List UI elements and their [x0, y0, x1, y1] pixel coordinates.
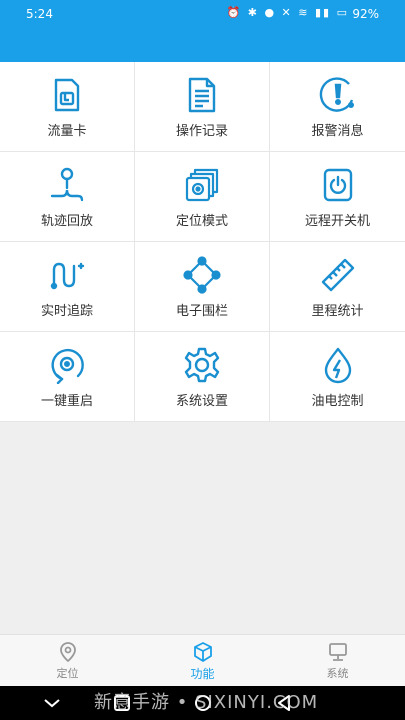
grid-item-label: 定位模式 [175, 214, 228, 229]
sim-card-icon [54, 78, 80, 112]
status-icons: ⏰ ✱ ● ✕ ≋ ▮▮ ▭ [227, 6, 349, 19]
grid-item-label: 电子围栏 [175, 304, 228, 319]
tab-functions[interactable]: 功能 [135, 635, 270, 687]
grid-item-restart[interactable]: 一键重启 [0, 332, 135, 422]
geofence-icon [183, 256, 221, 294]
grid-item-remote-power[interactable]: 远程开关机 [270, 152, 405, 242]
grid-item-label: 流量卡 [47, 124, 87, 139]
grid-item-geofence[interactable]: 电子围栏 [135, 242, 270, 332]
grid-item-mileage-stats[interactable]: 里程统计 [270, 242, 405, 332]
grid-item-label: 系统设置 [175, 394, 228, 409]
app-header [0, 28, 405, 62]
document-list-icon [188, 77, 216, 113]
function-grid: 流量卡 操作记录 报警消息 轨迹回放 定位模式 远程开关机 实时追踪 电子围栏 … [0, 62, 405, 422]
tab-label: 系统 [326, 667, 349, 680]
grid-item-alarm-message[interactable]: 报警消息 [270, 62, 405, 152]
grid-item-label: 报警消息 [311, 124, 364, 139]
grid-item-location-mode[interactable]: 定位模式 [135, 152, 270, 242]
grid-item-label: 远程开关机 [304, 214, 370, 229]
grid-item-label: 操作记录 [175, 124, 228, 139]
tab-location[interactable]: 定位 [0, 635, 135, 687]
location-mode-icon [185, 168, 219, 202]
grid-item-operation-log[interactable]: 操作记录 [135, 62, 270, 152]
battery-percent: 92% [352, 7, 379, 21]
grid-item-realtime-tracking[interactable]: 实时追踪 [0, 242, 135, 332]
mute-icon: ✕ [281, 6, 293, 19]
grid-item-sim-card[interactable]: 流量卡 [0, 62, 135, 152]
bluetooth-icon: ✱ [247, 6, 259, 19]
fuel-power-icon [324, 347, 351, 384]
alarm-icon [319, 77, 354, 112]
watermark: 新意手游 • SIXINYI.COM [94, 692, 319, 713]
tab-label: 功能 [190, 667, 215, 681]
restart-icon [51, 348, 84, 384]
realtime-track-icon [50, 262, 85, 290]
power-icon [323, 168, 352, 202]
track-replay-icon [50, 167, 84, 202]
gear-icon [184, 347, 220, 383]
grid-item-label: 油电控制 [311, 394, 364, 409]
cube-icon [193, 642, 212, 662]
location-status-icon: ● [264, 6, 277, 19]
location-pin-icon [59, 642, 76, 663]
status-bar: 5:24 ⏰ ✱ ● ✕ ≋ ▮▮ ▭ 92% [0, 0, 405, 28]
chevron-down-icon[interactable] [40, 692, 64, 714]
grid-item-label: 实时追踪 [40, 304, 93, 319]
grid-item-label: 轨迹回放 [40, 214, 93, 229]
bottom-tab-bar: 定位 功能 系统 [0, 634, 405, 687]
grid-item-label: 一键重启 [40, 394, 93, 409]
grid-item-system-settings[interactable]: 系统设置 [135, 332, 270, 422]
alarm-status-icon: ⏰ [226, 6, 243, 19]
tab-system[interactable]: 系统 [270, 635, 405, 687]
grid-item-track-replay[interactable]: 轨迹回放 [0, 152, 135, 242]
grid-item-fuel-power-control[interactable]: 油电控制 [270, 332, 405, 422]
ruler-icon [321, 258, 354, 292]
status-time: 5:24 [26, 7, 53, 21]
battery-icon: ▭ [336, 6, 349, 19]
grid-item-label: 里程统计 [311, 304, 364, 319]
monitor-icon [328, 643, 347, 661]
tab-label: 定位 [56, 667, 79, 680]
wifi-icon: ≋ [298, 6, 310, 19]
signal-icon: ▮▮ [314, 6, 332, 19]
